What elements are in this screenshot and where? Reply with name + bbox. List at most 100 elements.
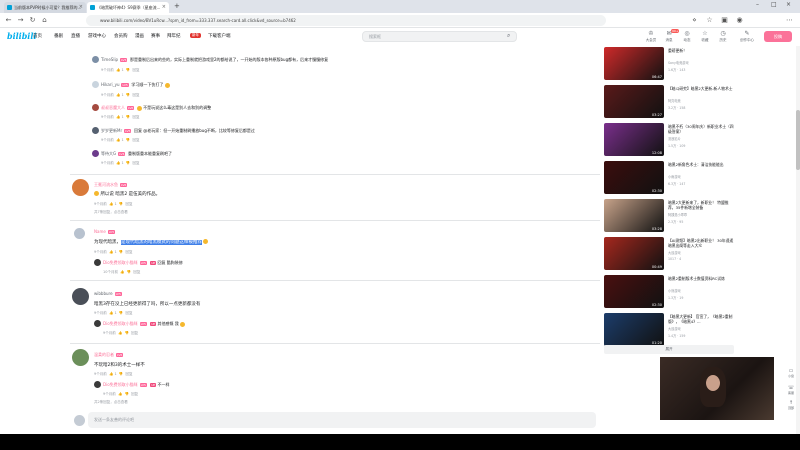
video-title[interactable]: 重磅更新！ [668, 48, 734, 53]
nav-home[interactable]: 首页 [33, 33, 42, 39]
uploader-name[interactable]: 阿亮电竞 [668, 98, 681, 103]
reply-button[interactable]: 回复 [131, 392, 138, 396]
dislike-icon[interactable]: 👎 [127, 270, 131, 274]
reply-button[interactable]: 回复 [133, 138, 140, 142]
menu-icon[interactable]: ⋯ [785, 16, 794, 25]
comment-username[interactable]: 王冕河流水鱼 LV6 [94, 182, 128, 188]
avatar[interactable] [74, 228, 85, 239]
nav-live[interactable]: 直播 [71, 33, 80, 39]
nav-esports[interactable]: 赛事 [151, 33, 160, 39]
reply-button[interactable]: 回复 [131, 331, 138, 335]
dislike-icon[interactable]: 👎 [126, 138, 130, 142]
dislike-icon[interactable]: 👎 [125, 331, 129, 335]
dislike-icon[interactable]: 👎 [126, 68, 130, 72]
dynamic-button[interactable]: ◎ 动态 [678, 30, 696, 43]
video-thumbnail[interactable]: 12:08 [604, 123, 664, 156]
comment-input[interactable]: 发送一条友善的评论吧 [88, 412, 596, 428]
creator-center-button[interactable]: ✎ 创作中心 [736, 30, 758, 43]
close-icon[interactable]: × [162, 2, 166, 13]
dislike-icon[interactable]: 👎 [119, 311, 123, 315]
recommend-card[interactable]: 02:30 暗黑2重制版术士数值资料RC试炼 小熊游戏 1.3万 · 19 [604, 275, 734, 308]
video-thumbnail[interactable]: 03:27 [604, 85, 664, 118]
recommend-card[interactable]: 06:47 重磅更新！ Sony电竞游戏 1.6万 · 143 [604, 47, 734, 80]
video-thumbnail[interactable]: 01:20 [604, 313, 664, 346]
search-icon[interactable]: ⌕ [507, 32, 510, 40]
like-icon[interactable]: 👍 [116, 68, 120, 72]
video-thumbnail[interactable]: 02:30 [604, 161, 664, 194]
dislike-icon[interactable]: 👎 [126, 161, 130, 165]
collections-icon[interactable]: ▣ [720, 16, 729, 25]
video-title[interactable]: 【暗黑大更新】 官宣了，《暗黑2重制版》，《暗黑4》... [668, 314, 734, 324]
close-icon[interactable]: × [79, 2, 83, 13]
bilibili-logo[interactable]: bilibili [7, 31, 36, 41]
video-thumbnail[interactable]: 00:49 [604, 237, 664, 270]
vip-button[interactable]: ♔ 大会员 [642, 30, 660, 43]
comment-username[interactable]: Name LV5 [94, 229, 116, 234]
like-icon[interactable]: 👍 [109, 202, 113, 206]
avatar[interactable] [92, 56, 99, 63]
recommend-card[interactable]: 00:49 【AI测频】暗黑2出新职业！ 30年遥遥暗黑出阁等走入大众 大遥游戏 10… [604, 237, 734, 270]
forward-icon[interactable]: → [16, 16, 25, 25]
uploader-name[interactable]: Sony电竞游戏 [668, 60, 689, 65]
dislike-icon[interactable]: 👎 [125, 392, 129, 396]
favorites-button[interactable]: ☆ 收藏 [696, 30, 714, 43]
avatar[interactable] [92, 81, 99, 88]
video-title[interactable]: 暗黑不朽（30周年庆）新职业术士（四级答案） [668, 124, 734, 134]
reply-button[interactable]: 回复 [126, 311, 133, 315]
nav-manga[interactable]: 漫画 [135, 33, 144, 39]
avatar[interactable] [72, 349, 89, 366]
like-icon[interactable]: 👍 [120, 270, 124, 274]
reply-button[interactable]: 回复 [126, 372, 133, 376]
reply-button[interactable]: 回复 [133, 68, 140, 72]
video-title[interactable]: 【暗斗研究】暗黑2大更新-新人物术士 [668, 86, 734, 91]
minimize-button[interactable]: – [756, 1, 759, 8]
scrollbar-track[interactable] [796, 46, 800, 434]
reply-button[interactable]: 回复 [133, 161, 140, 165]
reply-button[interactable]: 回复 [126, 202, 133, 206]
browser-tab-2[interactable]: 《暗黑破坏神4》S9赛季（星座流... × [87, 2, 169, 13]
mini-window-tool[interactable]: ▭ 小窗 [786, 368, 796, 378]
dislike-icon[interactable]: 👎 [119, 202, 123, 206]
new-tab-button[interactable]: + [174, 2, 180, 10]
reply-button[interactable]: 回复 [133, 93, 140, 97]
reply-button[interactable]: 回复 [133, 115, 140, 119]
recommend-card[interactable]: 03:27 【暗斗研究】暗黑2大更新-新人物术士 阿亮电竞 3.2万 · 158 [604, 85, 734, 118]
search-input[interactable]: 搜索框 [362, 31, 517, 42]
comment-username[interactable]: 温柔的忍者 LV6 [94, 352, 124, 358]
video-thumbnail[interactable]: 06:47 [604, 47, 664, 80]
view-replies-link[interactable]: 共2条回复，点击查看 [94, 400, 128, 405]
like-icon[interactable]: 👍 [116, 93, 120, 97]
nav-mall[interactable]: 会员购 [114, 33, 128, 39]
maximize-button[interactable]: □ [771, 1, 777, 8]
like-icon[interactable]: 👍 [118, 392, 122, 396]
avatar[interactable] [94, 259, 101, 266]
avatar[interactable] [72, 288, 89, 305]
like-icon[interactable]: 👍 [116, 115, 120, 119]
video-thumbnail[interactable]: 03:28 [604, 199, 664, 232]
extensions-icon[interactable]: ⋄ [690, 16, 699, 25]
like-icon[interactable]: 👍 [116, 138, 120, 142]
video-title[interactable]: 暗黑2大更新来了，新职业！ 特盟推荐，35件新增全装备 [668, 200, 734, 210]
avatar[interactable] [72, 179, 89, 196]
upload-button[interactable]: 投稿 [764, 31, 792, 42]
recommend-card[interactable]: 12:08 暗黑不朽（30周年庆）新职业术士（四级答案） 流浪影片 1.5万 · 10… [604, 123, 734, 156]
uploader-name[interactable]: 小熊游戏 [668, 288, 681, 293]
reload-icon[interactable]: ↻ [28, 16, 37, 25]
scrollbar-thumb[interactable] [796, 110, 800, 170]
favorites-icon[interactable]: ☆ [705, 16, 714, 25]
video-title[interactable]: 【AI测频】暗黑2出新职业！ 30年遥遥暗黑出阁等走入大众 [668, 238, 734, 248]
dislike-icon[interactable]: 👎 [119, 250, 123, 254]
profile-icon[interactable]: ◉ [735, 16, 744, 25]
expand-button[interactable]: 展开 [604, 345, 734, 354]
uploader-name[interactable]: 阿姨是小乖乖 [668, 212, 687, 217]
reply-button[interactable]: 回复 [126, 250, 133, 254]
reply-button[interactable]: 回复 [133, 270, 140, 274]
avatar[interactable] [92, 104, 99, 111]
history-button[interactable]: ◷ 历史 [714, 30, 732, 43]
url-field[interactable]: www.bilibili.com/video/BV1uRcw...?spm_id… [86, 15, 606, 26]
like-icon[interactable]: 👍 [109, 311, 113, 315]
comment-username[interactable]: wibbbure LV5 [94, 291, 122, 296]
dislike-icon[interactable]: 👎 [119, 372, 123, 376]
back-to-top-tool[interactable]: ↑ 顶部 [786, 400, 796, 410]
mini-player[interactable] [660, 357, 774, 420]
